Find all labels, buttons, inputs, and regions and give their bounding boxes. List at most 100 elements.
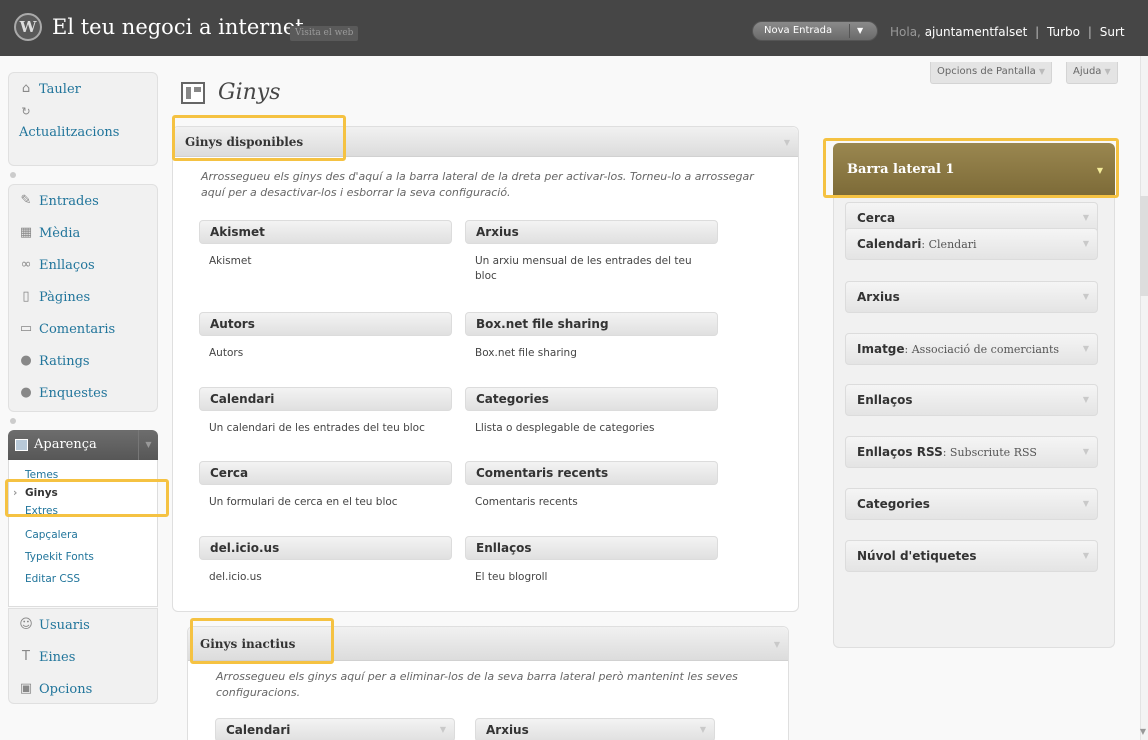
- page-icon: ▯: [22, 289, 30, 304]
- chevron-down-icon[interactable]: ▼: [1083, 541, 1089, 571]
- widget-name: Arxius: [486, 723, 529, 737]
- widget-name: Imatge: [857, 342, 905, 356]
- chevron-down-icon[interactable]: ▼: [1083, 282, 1089, 312]
- chevron-down-icon[interactable]: ▼: [1083, 229, 1089, 259]
- turbo-link[interactable]: Turbo: [1047, 25, 1080, 39]
- update-icon-row: ↻: [9, 105, 157, 118]
- widget-archives[interactable]: Arxius: [465, 220, 718, 244]
- widget-search[interactable]: Cerca: [199, 461, 452, 485]
- widget-subtitle: : Associació de comerciants: [904, 343, 1060, 356]
- chevron-down-icon[interactable]: ▼: [1083, 385, 1089, 415]
- chevron-down-icon[interactable]: ▼: [1083, 334, 1089, 364]
- sidebar-widget-image[interactable]: Imatge: Associació de comerciants ▼: [845, 333, 1098, 365]
- widget-name: Arxius: [857, 290, 900, 304]
- admin-menu-group: ☺ Usuaris T Eines ▣ Opcions: [8, 608, 158, 704]
- wordpress-logo-icon[interactable]: W: [14, 13, 42, 41]
- widget-box-net[interactable]: Box.net file sharing: [465, 312, 718, 336]
- sidebar-widget-links[interactable]: Enllaços ▼: [845, 384, 1098, 416]
- widget-categories[interactable]: Categories: [465, 387, 718, 411]
- separator: |: [1087, 25, 1092, 39]
- inactive-widget-calendar[interactable]: Calendari ▼: [215, 718, 455, 740]
- menu-label: Actualitzacions: [19, 124, 120, 140]
- admin-header: W El teu negoci a internet Visita el web…: [0, 0, 1148, 56]
- menu-item-users[interactable]: ☺ Usuaris: [9, 609, 157, 641]
- submenu-item-edit-css[interactable]: Editar CSS: [9, 570, 157, 588]
- new-post-button[interactable]: Nova Entrada ▼: [752, 21, 878, 41]
- update-icon: ↻: [21, 105, 31, 118]
- chevron-down-icon[interactable]: ▼: [857, 22, 863, 40]
- screen-options-button[interactable]: Opcions de Pantalla ▼: [930, 62, 1052, 84]
- menu-item-appearance[interactable]: Aparença ▼: [8, 430, 158, 460]
- submenu-item-header[interactable]: Capçalera: [9, 526, 157, 544]
- menu-item-media[interactable]: ▦ Mèdia: [9, 217, 157, 249]
- logout-link[interactable]: Surt: [1100, 25, 1125, 39]
- chevron-down-icon[interactable]: ▼: [1083, 437, 1089, 467]
- widget-calendar[interactable]: Calendari: [199, 387, 452, 411]
- menu-separator: [10, 172, 16, 178]
- scroll-down-icon[interactable]: ▼: [1140, 727, 1146, 736]
- menu-item-dashboard[interactable]: ⌂ Tauler: [9, 73, 157, 105]
- chevron-down-icon: ▼: [1104, 67, 1111, 76]
- menu-item-comments[interactable]: ▭ Comentaris: [9, 313, 157, 345]
- widget-name: Núvol d'etiquetes: [857, 549, 977, 563]
- tools-icon: T: [22, 649, 30, 664]
- user-links: Hola, ajuntamentfalset | Turbo | Surt: [890, 25, 1125, 39]
- chevron-down-icon[interactable]: ▼: [440, 719, 446, 740]
- chevron-down-icon[interactable]: ▼: [784, 127, 790, 157]
- chevron-down-icon[interactable]: ▼: [700, 719, 706, 740]
- widget-recent-comments[interactable]: Comentaris recents: [465, 461, 718, 485]
- widget-name: Calendari: [857, 237, 922, 251]
- site-title[interactable]: El teu negoci a internet: [52, 15, 304, 39]
- sidebar-widget-rss-links[interactable]: Enllaços RSS: Subscriute RSS ▼: [845, 436, 1098, 468]
- widget-name: Cerca: [857, 211, 896, 225]
- widget-delicious[interactable]: del.icio.us: [199, 536, 452, 560]
- widget-description: Box.net file sharing: [475, 347, 577, 359]
- menu-item-links[interactable]: ∞ Enllaços: [9, 249, 157, 281]
- link-icon: ∞: [20, 257, 32, 272]
- menu-label: Eines: [39, 649, 76, 665]
- highlight-inactive-title: [190, 618, 334, 664]
- menu-item-updates[interactable]: Actualitzacions: [9, 117, 157, 147]
- sidebar-widget-calendar[interactable]: Calendari: Clendari ▼: [845, 228, 1098, 260]
- menu-item-ratings[interactable]: ● Ratings: [9, 345, 157, 377]
- highlight-available-title: [172, 115, 346, 161]
- widget-authors[interactable]: Autors: [199, 312, 452, 336]
- home-icon: ⌂: [21, 81, 31, 96]
- menu-item-polls[interactable]: ● Enquestes: [9, 377, 157, 409]
- sidebar-widget-tag-cloud[interactable]: Núvol d'etiquetes ▼: [845, 540, 1098, 572]
- appearance-icon: [15, 439, 28, 451]
- menu-label: Enllaços: [39, 257, 95, 273]
- widget-description: Autors: [209, 347, 244, 359]
- chevron-down-icon[interactable]: ▼: [774, 627, 780, 661]
- rating-icon: ●: [20, 353, 32, 368]
- sidebar-widget-archives[interactable]: Arxius ▼: [845, 281, 1098, 313]
- menu-item-settings[interactable]: ▣ Opcions: [9, 673, 157, 705]
- help-label: Ajuda: [1073, 66, 1102, 77]
- chevron-down-icon[interactable]: ▼: [138, 430, 158, 460]
- poll-icon: ●: [20, 385, 32, 400]
- username-link[interactable]: ajuntamentfalset: [925, 25, 1028, 39]
- widget-description: Akismet: [209, 255, 252, 267]
- new-post-label[interactable]: Nova Entrada: [764, 22, 832, 40]
- new-post-divider: [849, 24, 850, 38]
- menu-item-posts[interactable]: ✎ Entrades: [9, 185, 157, 217]
- widget-description: Un formulari de cerca en el teu bloc: [209, 496, 398, 508]
- help-button[interactable]: Ajuda ▼: [1066, 62, 1118, 84]
- submenu-item-typekit[interactable]: Typekit Fonts: [9, 548, 157, 566]
- menu-label: Mèdia: [39, 225, 81, 241]
- sidebar-drop-area: [833, 197, 1115, 648]
- settings-icon: ▣: [19, 681, 33, 696]
- menu-item-pages[interactable]: ▯ Pàgines: [9, 281, 157, 313]
- visit-site-button[interactable]: Visita el web: [290, 26, 359, 41]
- page-scrollbar[interactable]: [1140, 56, 1148, 740]
- menu-label: Entrades: [39, 193, 99, 209]
- chevron-down-icon[interactable]: ▼: [1083, 489, 1089, 519]
- widget-links[interactable]: Enllaços: [465, 536, 718, 560]
- menu-item-tools[interactable]: T Eines: [9, 641, 157, 673]
- widget-description: del.icio.us: [209, 571, 262, 583]
- sidebar-widget-categories[interactable]: Categories ▼: [845, 488, 1098, 520]
- inactive-widget-archives[interactable]: Arxius ▼: [475, 718, 715, 740]
- widget-akismet[interactable]: Akismet: [199, 220, 452, 244]
- scrollbar-thumb[interactable]: [1140, 196, 1148, 296]
- menu-label: Pàgines: [39, 289, 91, 305]
